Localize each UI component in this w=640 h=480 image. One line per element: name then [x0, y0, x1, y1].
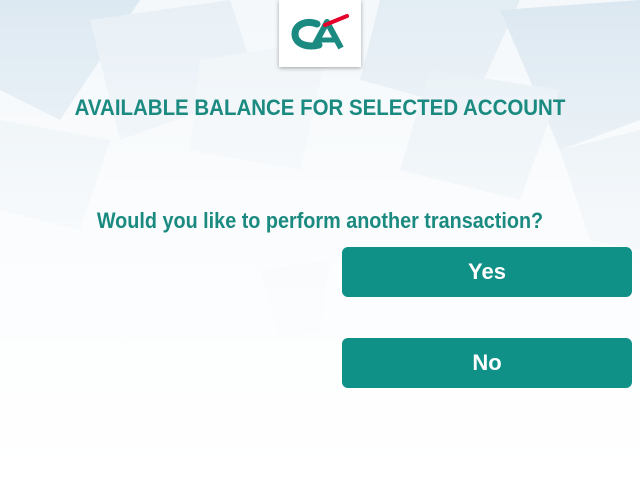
no-button[interactable]: No: [342, 338, 632, 388]
bank-logo: [279, 0, 361, 67]
yes-button[interactable]: Yes: [342, 247, 632, 297]
yes-button-label: Yes: [468, 259, 506, 284]
no-button-label: No: [472, 350, 502, 375]
background-pattern: [0, 0, 640, 480]
page-title: AVAILABLE BALANCE FOR SELECTED ACCOUNT: [74, 95, 566, 120]
credit-agricole-logo-icon: [291, 13, 349, 49]
transaction-prompt: Would you like to perform another transa…: [96, 208, 544, 233]
